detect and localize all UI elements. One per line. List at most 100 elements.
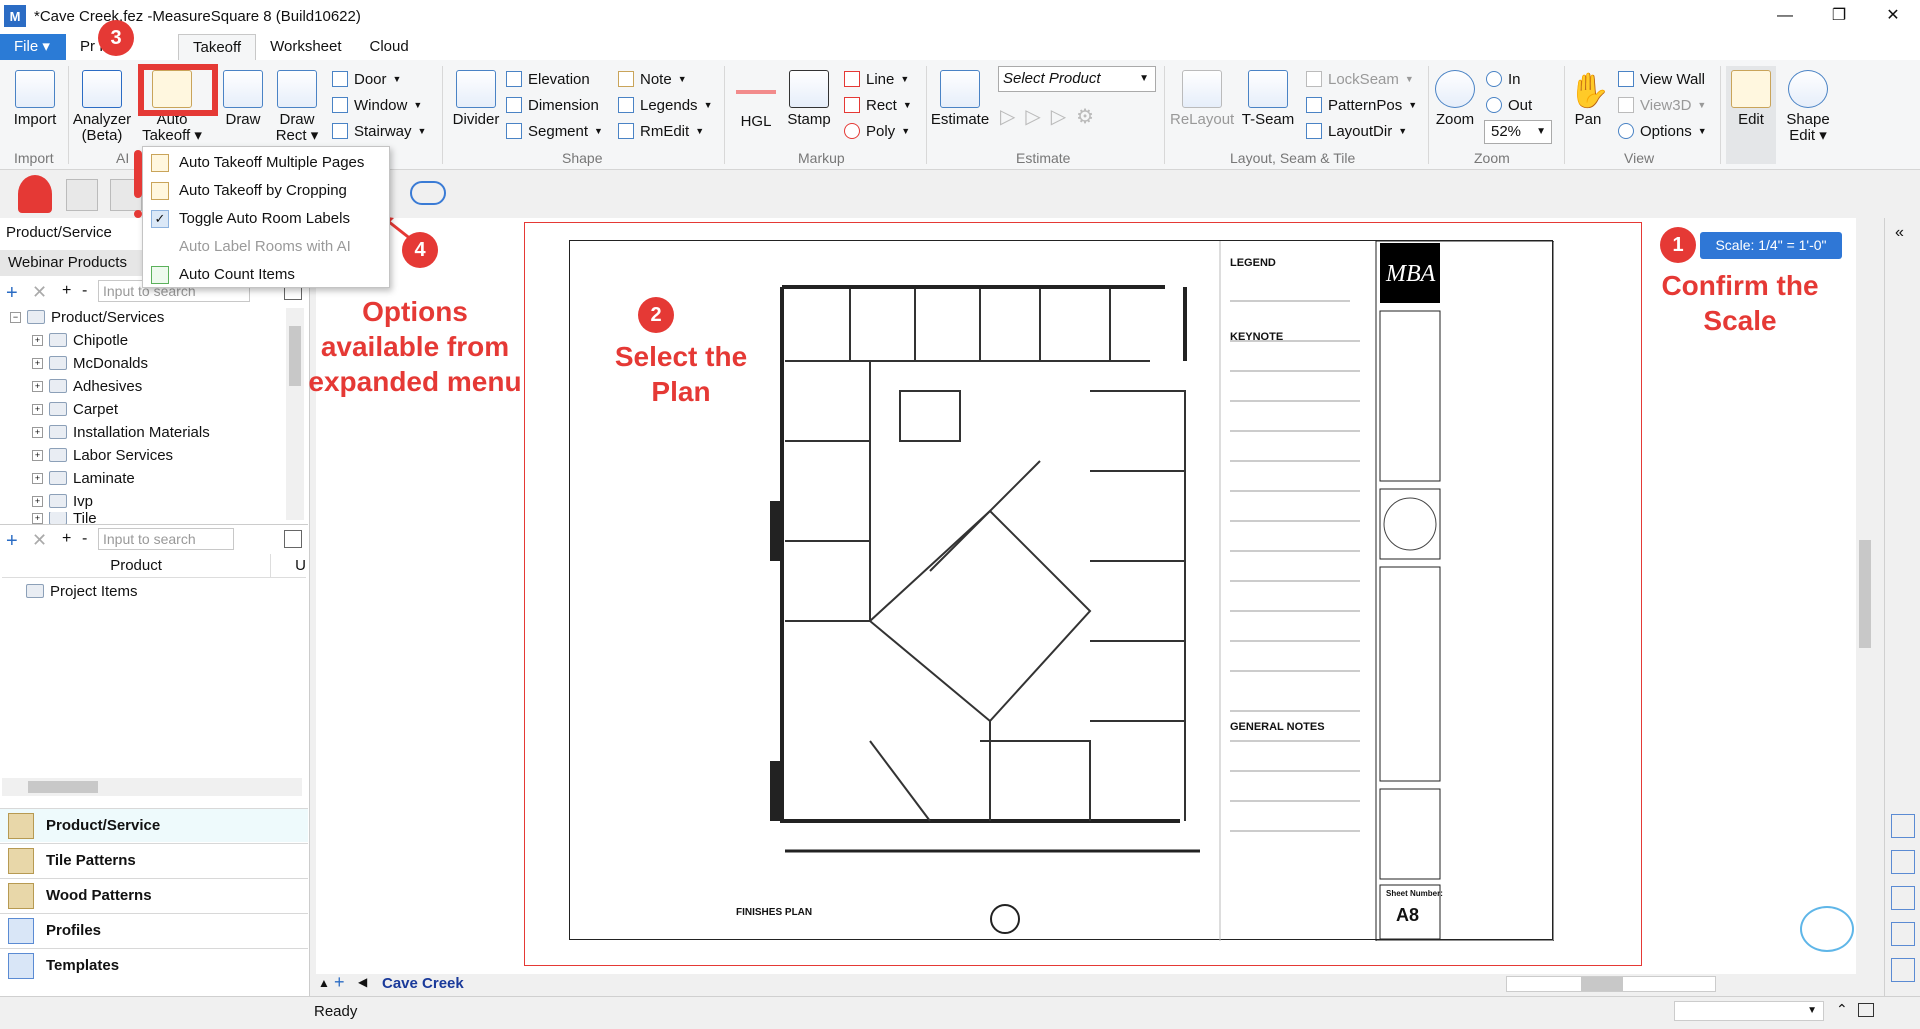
scale-indicator[interactable]: Scale: 1/4" = 1'-0" xyxy=(1700,232,1842,259)
copy-icon[interactable] xyxy=(66,179,98,211)
pan-button[interactable]: ✋ Pan xyxy=(1568,70,1610,128)
snap-icon[interactable] xyxy=(1891,958,1915,982)
tree-item[interactable]: + Laminate xyxy=(32,467,135,489)
nav-tile-patterns[interactable]: Tile Patterns xyxy=(0,843,308,877)
collapse-panel-icon[interactable]: « xyxy=(1895,224,1904,242)
select-product-dropdown[interactable]: Select Product ▼ xyxy=(998,66,1156,92)
menu-item-auto-label-rooms-with-ai[interactable]: Auto Label Rooms with AI xyxy=(143,233,389,260)
collapse-all-icon[interactable]: - xyxy=(82,530,87,548)
rmedit-button[interactable]: RmEdit ▼ xyxy=(618,120,704,142)
options-button[interactable]: Options ▼ xyxy=(1618,120,1707,142)
menu-item-toggle-auto-room-labels[interactable]: ✓ Toggle Auto Room Labels xyxy=(143,205,389,232)
collapse-ribbon-icon[interactable]: ⌃ xyxy=(1836,1001,1848,1018)
line-button[interactable]: Line ▼ xyxy=(844,68,909,90)
analyzer-button[interactable]: Analyzer (Beta) xyxy=(72,70,132,144)
layer-icon[interactable] xyxy=(1891,814,1915,838)
estimate-button[interactable]: Estimate xyxy=(930,70,990,128)
tree-item[interactable]: + Installation Materials xyxy=(32,421,210,443)
dimension-button[interactable]: Dimension xyxy=(506,94,599,116)
chat-support-icon[interactable] xyxy=(1800,906,1854,952)
zoom-in-button[interactable]: In xyxy=(1486,68,1521,90)
expand-all-icon[interactable]: + xyxy=(62,530,71,548)
poly-button[interactable]: Poly ▼ xyxy=(844,120,910,142)
webinar-products-tab[interactable]: Webinar Products xyxy=(0,250,142,276)
cloud-icon[interactable] xyxy=(410,181,446,205)
status-dropdown[interactable]: ▼ xyxy=(1674,1001,1824,1021)
tree-root[interactable]: − Product/Services xyxy=(10,306,164,328)
zoom-button[interactable]: Zoom xyxy=(1432,70,1478,128)
elevation-button[interactable]: Elevation xyxy=(506,68,590,90)
edit-button[interactable]: Edit xyxy=(1726,66,1776,164)
door-button[interactable]: Door ▼ xyxy=(332,68,401,90)
tree-scrollbar[interactable] xyxy=(286,308,304,520)
segment-button[interactable]: Segment ▼ xyxy=(506,120,603,142)
restore-view-icon[interactable] xyxy=(1858,1003,1874,1017)
view-wall-button[interactable]: View Wall xyxy=(1618,68,1705,90)
stairway-button[interactable]: Stairway ▼ xyxy=(332,120,426,142)
relayout-button[interactable]: ReLayout xyxy=(1170,70,1234,128)
tree-item[interactable]: + Ivp xyxy=(32,490,93,512)
horizontal-scrollbar[interactable] xyxy=(1506,976,1716,992)
maximize-button[interactable]: ❐ xyxy=(1812,0,1866,32)
zoom-level-select[interactable]: 52% ▼ xyxy=(1484,120,1552,144)
tab-cloud[interactable]: Cloud xyxy=(356,34,423,60)
column-header-product[interactable]: Product xyxy=(2,554,272,577)
window-tool-button[interactable]: Window ▼ xyxy=(332,94,422,116)
shape-edit-button[interactable]: Shape Edit ▾ xyxy=(1782,70,1834,144)
draw-button[interactable]: Draw xyxy=(220,70,266,128)
view3d-button[interactable]: View3D ▼ xyxy=(1618,94,1706,116)
play-icon[interactable] xyxy=(1891,850,1915,874)
tseam-button[interactable]: T-Seam xyxy=(1240,70,1296,128)
lockseam-button[interactable]: LockSeam ▼ xyxy=(1306,68,1414,90)
zoom-out-button[interactable]: Out xyxy=(1486,94,1532,116)
annotation-select-plan: Select the Plan xyxy=(614,341,748,407)
frame-icon[interactable] xyxy=(1891,886,1915,910)
menu-item-auto-takeoff-by-cropping[interactable]: Auto Takeoff by Cropping xyxy=(143,177,389,204)
divider-button[interactable]: Divider xyxy=(448,70,504,128)
patternpos-button[interactable]: PatternPos ▼ xyxy=(1306,94,1417,116)
minimize-button[interactable]: — xyxy=(1758,0,1812,32)
tab-worksheet[interactable]: Worksheet xyxy=(256,34,355,60)
add-icon[interactable]: + xyxy=(6,282,18,305)
nav-product-service[interactable]: Product/Service xyxy=(0,808,308,842)
delete-icon[interactable]: ✕ xyxy=(32,282,47,303)
tree-item[interactable]: + Tile xyxy=(32,512,97,524)
column-header-u[interactable]: U xyxy=(271,554,306,577)
user-badge-icon[interactable] xyxy=(18,175,52,213)
legends-button[interactable]: Legends ▼ xyxy=(618,94,712,116)
tab-takeoff[interactable]: Takeoff xyxy=(178,34,257,60)
project-items-row[interactable]: Project Items xyxy=(26,580,138,602)
chart-icon[interactable] xyxy=(1891,922,1915,946)
add-sheet-icon[interactable]: + xyxy=(334,972,345,993)
delete-icon[interactable]: ✕ xyxy=(32,530,47,551)
project-search-input[interactable]: Input to search xyxy=(98,528,234,550)
note-button[interactable]: Note ▼ xyxy=(618,68,687,90)
canvas-vertical-scrollbar[interactable] xyxy=(1856,218,1874,974)
layoutdir-button[interactable]: LayoutDir ▼ xyxy=(1306,120,1407,142)
sheet-tab-cave-creek[interactable]: Cave Creek xyxy=(382,975,464,992)
tree-item[interactable]: + Adhesives xyxy=(32,375,142,397)
tree-item[interactable]: + Labor Services xyxy=(32,444,173,466)
collapse-all-icon[interactable]: - xyxy=(82,282,87,300)
tree-item[interactable]: + McDonalds xyxy=(32,352,148,374)
close-button[interactable]: ✕ xyxy=(1866,0,1920,32)
stamp-button[interactable]: Stamp xyxy=(786,70,832,128)
horizontal-scrollbar[interactable] xyxy=(2,778,302,796)
nav-templates[interactable]: Templates xyxy=(0,948,308,982)
tab-file[interactable]: File ▾ xyxy=(0,34,66,60)
grid-view-icon[interactable] xyxy=(284,530,302,548)
menu-item-auto-takeoff-multiple-pages[interactable]: Auto Takeoff Multiple Pages xyxy=(143,149,389,176)
expand-all-icon[interactable]: + xyxy=(62,282,71,300)
draw-rect-button[interactable]: Draw Rect ▾ xyxy=(274,70,320,144)
import-button[interactable]: Import xyxy=(10,70,60,128)
menu-item-auto-count-items[interactable]: Auto Count Items xyxy=(143,261,389,288)
tree-item[interactable]: + Carpet xyxy=(32,398,118,420)
rect-button[interactable]: Rect ▼ xyxy=(844,94,912,116)
nav-profiles[interactable]: Profiles xyxy=(0,913,308,947)
add-icon[interactable]: + xyxy=(6,530,18,553)
scroll-left-icon[interactable]: ◀ xyxy=(358,975,367,989)
nav-wood-patterns[interactable]: Wood Patterns xyxy=(0,878,308,912)
hgl-button[interactable]: HGL xyxy=(734,70,778,130)
tree-item[interactable]: + Chipotle xyxy=(32,329,128,351)
scroll-up-icon[interactable]: ▲ xyxy=(318,976,330,990)
